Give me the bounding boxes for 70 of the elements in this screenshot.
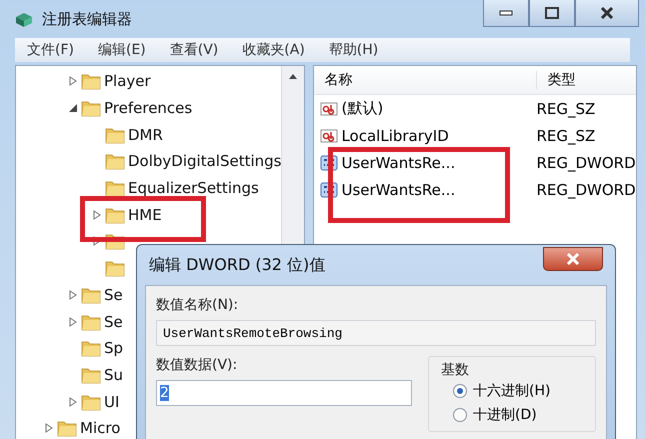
close-icon — [600, 7, 614, 19]
field-label: 数值名称(N): — [156, 296, 240, 314]
folder-icon — [105, 152, 125, 170]
close-button[interactable] — [543, 247, 603, 271]
tree-item[interactable]: Player — [104, 72, 151, 90]
value-name[interactable]: UserWantsRe... — [341, 154, 456, 172]
tree-item[interactable]: Se — [104, 312, 123, 331]
tree-item[interactable]: EqualizerSettings — [128, 179, 259, 198]
maximize-button[interactable] — [529, 0, 575, 27]
dialog-title: 编辑 DWORD (32 位)值 — [149, 255, 326, 275]
field-label: 数值数据(V): — [156, 356, 238, 374]
folder-icon — [105, 259, 125, 278]
folder-icon — [57, 419, 77, 438]
radio-button[interactable] — [453, 408, 467, 422]
radio-label[interactable]: 十六进制(H) — [473, 382, 550, 400]
expand-icon[interactable] — [68, 76, 78, 86]
input-field[interactable]: 2 — [156, 380, 412, 406]
value-name[interactable]: LocalLibraryID — [341, 126, 449, 144]
expand-icon[interactable] — [68, 396, 78, 407]
string-value-icon — [320, 100, 338, 116]
tree-item[interactable]: Preferences — [104, 99, 192, 118]
scroll-up-icon[interactable] — [289, 74, 298, 79]
folder-icon — [105, 206, 125, 224]
group-label: 基数 — [441, 361, 470, 379]
folder-icon — [81, 339, 101, 358]
value-name[interactable]: (默认) — [341, 99, 384, 118]
menu-item[interactable]: 收藏夹(A) — [230, 41, 317, 59]
menu-item[interactable]: 文件(F) — [15, 41, 86, 59]
expand-icon[interactable] — [68, 290, 78, 300]
close-icon — [566, 253, 580, 265]
window-title: 注册表编辑器 — [42, 10, 132, 28]
radio-label[interactable]: 十进制(D) — [473, 406, 537, 424]
folder-icon — [81, 286, 101, 304]
tree-item[interactable]: Micro — [80, 419, 120, 438]
value-type: REG_DWORD — [535, 154, 636, 172]
folder-icon — [81, 366, 101, 384]
value-type: REG_SZ — [535, 100, 596, 118]
input-field[interactable]: UserWantsRemoteBrowsing — [156, 320, 596, 346]
folder-icon — [105, 126, 125, 144]
expand-icon[interactable] — [68, 316, 78, 327]
tree-item[interactable]: UI — [104, 392, 120, 411]
tree-item[interactable]: HME — [128, 206, 162, 224]
value-type: REG_DWORD — [535, 180, 636, 198]
string-value-icon — [320, 128, 338, 144]
close-button[interactable] — [575, 0, 639, 27]
tree-item[interactable]: DMR — [128, 126, 163, 144]
folder-icon — [81, 72, 101, 90]
folder-icon — [81, 99, 101, 118]
folder-icon — [81, 392, 101, 411]
expand-icon[interactable] — [92, 210, 102, 220]
menu-item[interactable]: 帮助(H) — [316, 41, 390, 59]
folder-icon — [105, 179, 125, 198]
collapse-icon[interactable] — [68, 103, 78, 114]
radio-button[interactable] — [453, 384, 467, 398]
tree-item[interactable]: DolbyDigitalSettings — [128, 152, 282, 170]
column-header[interactable]: 名称 — [314, 71, 538, 89]
tree-item[interactable]: Sp — [104, 339, 124, 358]
menu-item[interactable]: 查看(V) — [158, 41, 230, 59]
column-header[interactable]: 类型 — [537, 71, 576, 89]
maximize-icon — [545, 7, 559, 19]
expand-icon[interactable] — [92, 236, 102, 246]
value-name[interactable]: UserWantsRe... — [341, 180, 456, 198]
minimize-icon — [499, 10, 513, 16]
menu-item[interactable]: 编辑(E) — [86, 41, 158, 59]
tree-item[interactable]: Su — [104, 366, 124, 384]
value-type: REG_SZ — [535, 126, 596, 144]
folder-icon — [81, 312, 101, 331]
minimize-button[interactable] — [483, 0, 529, 27]
tree-item[interactable]: Se — [104, 286, 123, 304]
expand-icon[interactable] — [44, 423, 54, 434]
